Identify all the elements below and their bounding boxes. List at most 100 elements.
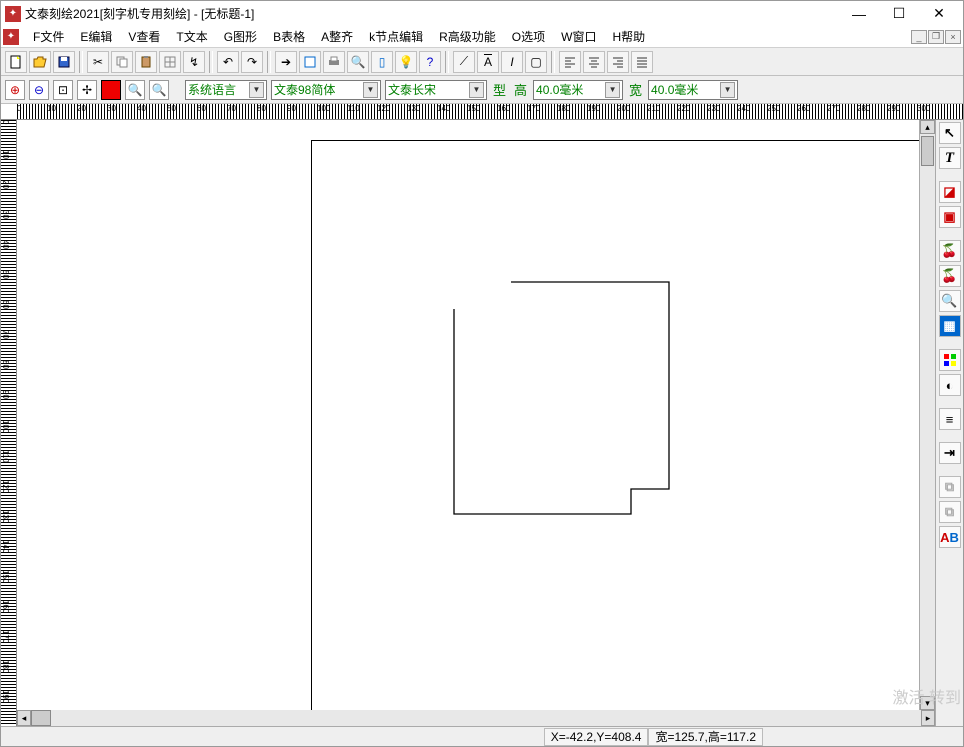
pointer-tool[interactable]: ↖ bbox=[939, 122, 961, 144]
layer-tool-2[interactable]: ⧉ bbox=[939, 501, 961, 523]
preview-button[interactable]: 🔍 bbox=[347, 51, 369, 73]
menu-align[interactable]: A整齐 bbox=[313, 26, 361, 47]
table-tool[interactable]: ▦ bbox=[939, 315, 961, 337]
zoom-sel-button[interactable]: 🔍 bbox=[149, 80, 169, 100]
mdi-restore-button[interactable]: ❐ bbox=[928, 30, 944, 44]
redo-button[interactable]: ↷ bbox=[241, 51, 263, 73]
text-a-button[interactable]: A bbox=[477, 51, 499, 73]
grid-button[interactable] bbox=[159, 51, 181, 73]
scroll-right-button[interactable]: ▸ bbox=[921, 710, 935, 726]
undo-button[interactable]: ↶ bbox=[217, 51, 239, 73]
width-input[interactable]: 40.0毫米 ▼ bbox=[648, 80, 738, 100]
title-bar: ✦ 文泰刻绘2021[刻字机专用刻绘] - [无标题-1] — ☐ ✕ bbox=[1, 1, 963, 26]
export-button[interactable]: ➔ bbox=[275, 51, 297, 73]
help-button[interactable]: ? bbox=[419, 51, 441, 73]
scroll-up-button[interactable]: ▴ bbox=[920, 120, 935, 134]
side-toolbox: ↖ T ◪ ▣ 🍒 🍒 🔍 ▦ ◐ ≡ ⇥ ⧉ ⧉ AB bbox=[935, 120, 963, 726]
vertical-scrollbar[interactable]: ▴ ▾ bbox=[919, 120, 935, 710]
color-red-button[interactable] bbox=[101, 80, 121, 100]
zoom-in-button[interactable]: ⊕ bbox=[5, 80, 25, 100]
menu-window[interactable]: W窗口 bbox=[553, 26, 604, 47]
font2-combo[interactable]: 文泰长宋 ▼ bbox=[385, 80, 487, 100]
dropdown-arrow-icon: ▼ bbox=[249, 82, 264, 98]
flag-tool[interactable]: ◐ bbox=[939, 374, 961, 396]
view-toolbar: ⊕ ⊖ ⊡ ✢ 🔍 🔍 系统语言▼ 文泰98简体▼ 文泰长宋▼ 型 高 40.0… bbox=[1, 76, 963, 104]
align-right-button[interactable] bbox=[607, 51, 629, 73]
app-icon: ✦ bbox=[5, 6, 21, 22]
zoom-page-button[interactable]: 🔍 bbox=[125, 80, 145, 100]
cherry-tool-1[interactable]: 🍒 bbox=[939, 240, 961, 262]
save-file-button[interactable] bbox=[53, 51, 75, 73]
zoom-out-button[interactable]: ⊖ bbox=[29, 80, 49, 100]
canvas[interactable] bbox=[17, 120, 919, 710]
paste-button[interactable] bbox=[135, 51, 157, 73]
menu-table[interactable]: B表格 bbox=[265, 26, 313, 47]
layer-tool-1[interactable]: ⧉ bbox=[939, 476, 961, 498]
menu-node[interactable]: k节点编辑 bbox=[361, 26, 431, 47]
main-toolbar: ✂ ↯ ↶ ↷ ➔ 🔍 ▯ 💡 ? ⟋ A I ▢ bbox=[1, 48, 963, 76]
ab-tool[interactable]: AB bbox=[939, 526, 961, 548]
dropdown-arrow-icon: ▼ bbox=[605, 82, 620, 98]
width-label: 宽 bbox=[627, 80, 644, 99]
window-title: 文泰刻绘2021[刻字机专用刻绘] - [无标题-1] bbox=[25, 5, 839, 22]
font1-combo[interactable]: 文泰98简体▼ bbox=[271, 80, 381, 100]
edit-button[interactable]: ↯ bbox=[183, 51, 205, 73]
align-left-button[interactable] bbox=[559, 51, 581, 73]
cherry-tool-2[interactable]: 🍒 bbox=[939, 265, 961, 287]
idea-button[interactable]: 💡 bbox=[395, 51, 417, 73]
language-combo[interactable]: 系统语言▼ bbox=[185, 80, 267, 100]
italic-button[interactable]: I bbox=[501, 51, 523, 73]
dropdown-arrow-icon: ▼ bbox=[363, 82, 378, 98]
text-tool[interactable]: T bbox=[939, 147, 961, 169]
export-tool[interactable]: ⇥ bbox=[939, 442, 961, 464]
status-size: 宽=125.7,高=117.2 bbox=[648, 728, 763, 746]
menu-file[interactable]: F文件 bbox=[25, 26, 72, 47]
cut-button[interactable]: ✂ bbox=[87, 51, 109, 73]
close-button[interactable]: ✕ bbox=[919, 2, 959, 26]
align-justify-button[interactable] bbox=[631, 51, 653, 73]
scroll-left-button[interactable]: ◂ bbox=[17, 710, 31, 726]
new-file-button[interactable] bbox=[5, 51, 27, 73]
maximize-button[interactable]: ☐ bbox=[879, 2, 919, 26]
menu-adv[interactable]: R高级功能 bbox=[431, 26, 504, 47]
status-bar: X=-42.2,Y=408.4 宽=125.7,高=117.2 bbox=[1, 726, 963, 746]
color-tool[interactable] bbox=[939, 349, 961, 371]
scroll-down-button[interactable]: ▾ bbox=[920, 696, 935, 710]
mdi-close-button[interactable]: × bbox=[945, 30, 961, 44]
lines-tool[interactable]: ≡ bbox=[939, 408, 961, 430]
menu-help[interactable]: H帮助 bbox=[604, 26, 653, 47]
menu-text[interactable]: T文本 bbox=[168, 26, 215, 47]
shape-tool[interactable]: ◪ bbox=[939, 181, 961, 203]
horizontal-ruler: 0102030405060708090100110120130140150160… bbox=[1, 104, 963, 120]
font2-combo-value: 文泰长宋 bbox=[388, 81, 436, 98]
horizontal-scrollbar[interactable]: ◂ ▸ bbox=[17, 710, 935, 726]
page-setup-button[interactable] bbox=[299, 51, 321, 73]
zoom-fit-button[interactable]: ⊡ bbox=[53, 80, 73, 100]
print-button[interactable] bbox=[323, 51, 345, 73]
tool-a-button[interactable]: ⟋ bbox=[453, 51, 475, 73]
menu-option[interactable]: O选项 bbox=[504, 26, 553, 47]
pan-button[interactable]: ✢ bbox=[77, 80, 97, 100]
scroll-thumb[interactable] bbox=[921, 136, 934, 166]
height-value: 40.0毫米 bbox=[536, 81, 583, 98]
height-input[interactable]: 40.0毫米 ▼ bbox=[533, 80, 623, 100]
align-center-button[interactable] bbox=[583, 51, 605, 73]
menu-view[interactable]: V查看 bbox=[120, 26, 168, 47]
dropdown-arrow-icon: ▼ bbox=[720, 82, 735, 98]
menu-graphic[interactable]: G图形 bbox=[216, 26, 265, 47]
rect-tool[interactable]: ▣ bbox=[939, 206, 961, 228]
ruler-button[interactable]: ▯ bbox=[371, 51, 393, 73]
dropdown-arrow-icon: ▼ bbox=[469, 82, 484, 98]
border-button[interactable]: ▢ bbox=[525, 51, 547, 73]
app-menu-icon: ✦ bbox=[3, 29, 19, 45]
drawn-shape[interactable] bbox=[451, 279, 671, 519]
open-file-button[interactable] bbox=[29, 51, 51, 73]
menu-edit[interactable]: E编辑 bbox=[72, 26, 120, 47]
search-tool[interactable]: 🔍 bbox=[939, 290, 961, 312]
width-value: 40.0毫米 bbox=[651, 81, 698, 98]
status-coords: X=-42.2,Y=408.4 bbox=[544, 728, 649, 746]
minimize-button[interactable]: — bbox=[839, 2, 879, 26]
copy-button[interactable] bbox=[111, 51, 133, 73]
mdi-minimize-button[interactable]: _ bbox=[911, 30, 927, 44]
scroll-thumb-h[interactable] bbox=[31, 710, 51, 726]
